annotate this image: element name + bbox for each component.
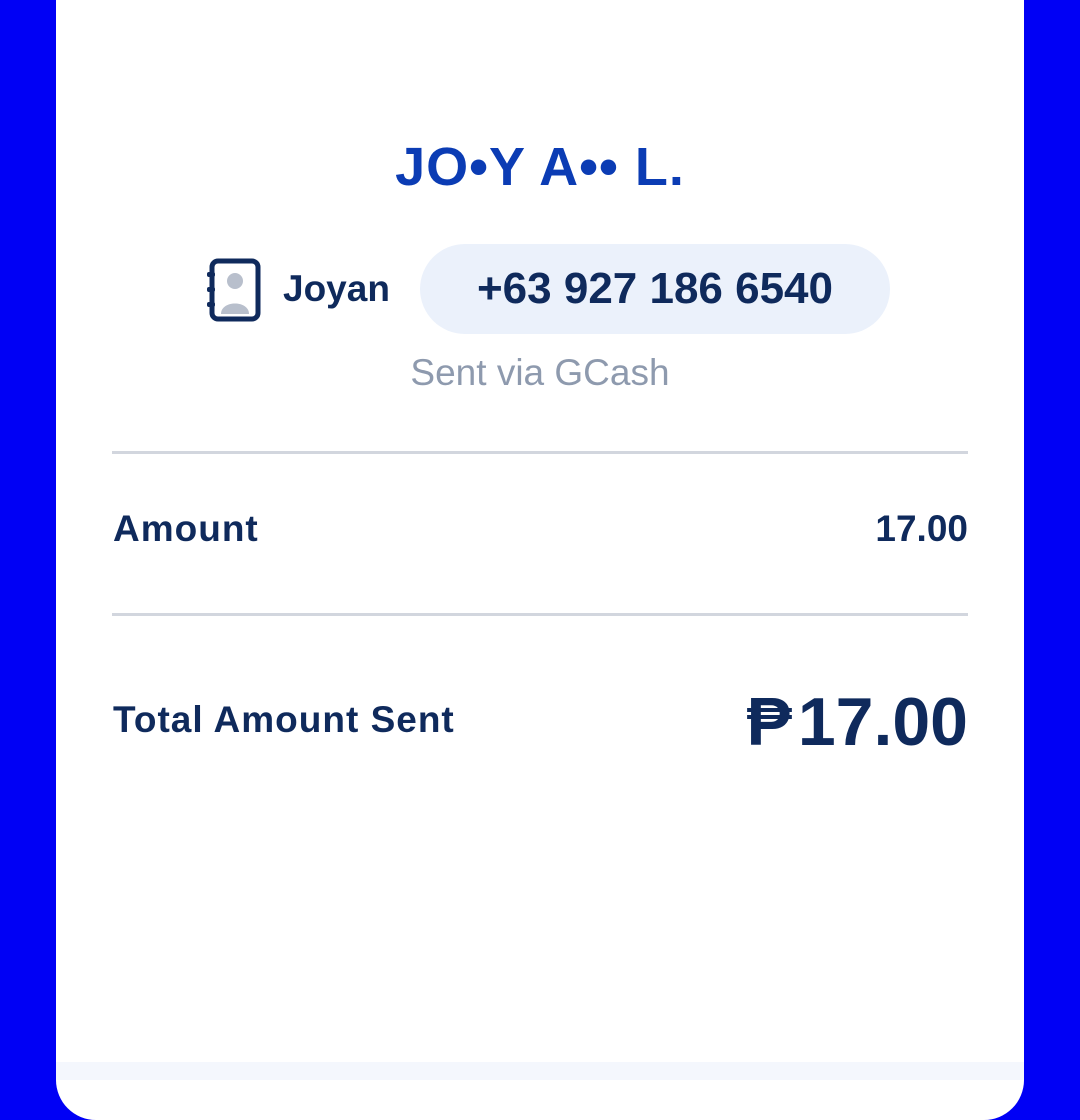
- divider: [112, 613, 968, 616]
- contact-name: Joyan: [283, 268, 390, 309]
- total-amount-label: Total Amount Sent: [113, 699, 455, 740]
- total-amount-value: ₱17.00: [746, 682, 968, 762]
- contact-book-icon: [205, 258, 263, 322]
- sent-via-label: Sent via GCash: [410, 352, 670, 393]
- divider: [112, 451, 968, 454]
- amount-value: 17.00: [875, 508, 968, 549]
- contact-row: Joyan +63 927 186 6540: [0, 244, 1080, 334]
- total-amount-number: 17.00: [797, 684, 968, 760]
- peso-sign: ₱: [746, 684, 792, 760]
- phone-number[interactable]: +63 927 186 6540: [420, 244, 890, 334]
- recipient-name: JO•Y A•• L.: [395, 137, 685, 197]
- amount-label: Amount: [113, 508, 259, 549]
- footer-strip: [56, 1062, 1024, 1080]
